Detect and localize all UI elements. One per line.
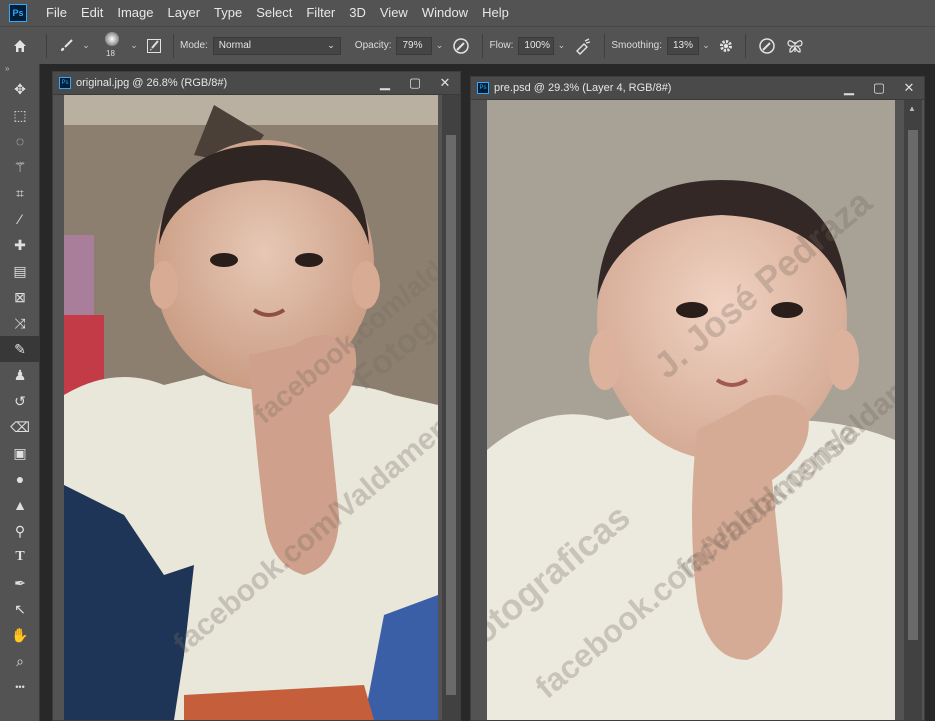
brush-size-picker[interactable]: 18	[97, 27, 127, 65]
menu-window[interactable]: Window	[415, 0, 475, 26]
document-title: original.jpg @ 26.8% (RGB/8#)	[76, 77, 228, 89]
patch-tool-icon[interactable]: ▤	[0, 258, 40, 284]
marquee-tool-icon[interactable]: ⬚	[0, 102, 40, 128]
eyedropper-tool-icon[interactable]: ⁄	[0, 206, 40, 232]
document-window-pre: Ps pre.psd @ 29.3% (Layer 4, RGB/8#) ▁ ▢…	[470, 76, 925, 721]
tools-list: ✥ ⬚ ◌ ⚚ ⌗ ⁄ ✚ ▤ ⊠ ⤨ ✎ ♟ ↺ ⌫ ▣ ● ▲ ⚲ T ✒ ↖ ✋ ⌕ •••	[0, 74, 40, 700]
menu-type[interactable]: Type	[207, 0, 249, 26]
scroll-up-icon[interactable]: ▲	[908, 104, 916, 113]
divider	[46, 33, 47, 58]
document-window-original: Ps original.jpg @ 26.8% (RGB/8#) ▁ ▢ ✕ f…	[52, 71, 461, 721]
maximize-icon[interactable]: ▢	[400, 72, 430, 94]
photoshop-file-icon: Ps	[59, 77, 71, 89]
zoom-tool-icon[interactable]: ⌕	[0, 648, 40, 674]
pressure-size-icon[interactable]	[752, 27, 782, 65]
close-icon[interactable]: ✕	[430, 72, 460, 94]
chevron-down-icon[interactable]: ⌄	[79, 37, 93, 55]
chevron-down-icon[interactable]: ⌄	[432, 37, 446, 55]
magic-wand-tool-icon[interactable]: ⚚	[0, 154, 40, 180]
brush-tool-icon[interactable]: ✎	[0, 336, 40, 362]
menu-image[interactable]: Image	[110, 0, 160, 26]
lasso-tool-icon[interactable]: ◌	[0, 128, 40, 154]
menu-filter[interactable]: Filter	[299, 0, 342, 26]
menu-3d[interactable]: 3D	[342, 0, 373, 26]
gradient-tool-icon[interactable]: ▣	[0, 440, 40, 466]
menu-view[interactable]: View	[373, 0, 415, 26]
dodge-tool-icon[interactable]: ⚲	[0, 518, 40, 544]
mode-label: Mode:	[180, 40, 208, 51]
chevron-down-icon[interactable]: ⌄	[699, 37, 713, 55]
photo-restored: Fotograficas facebook.com/Valdamense J. …	[487, 100, 895, 720]
mode-value: Normal	[218, 40, 252, 51]
crop-tool-icon[interactable]: ⌗	[0, 180, 40, 206]
photoshop-logo-icon[interactable]: Ps	[9, 4, 27, 22]
divider	[744, 33, 746, 58]
healing-brush-tool-icon[interactable]: ✚	[0, 232, 40, 258]
chevron-down-icon: ⌄	[327, 40, 335, 50]
divider	[604, 33, 606, 58]
menu-select[interactable]: Select	[249, 0, 299, 26]
minimize-icon[interactable]: ▁	[834, 77, 864, 99]
photo-original: Fotograficas facebook.com/Valdamense fac…	[64, 95, 438, 720]
opacity-input[interactable]: 79%	[396, 36, 433, 55]
menu-bar: Ps File Edit Image Layer Type Select Fil…	[0, 0, 935, 26]
mode-select[interactable]: Normal ⌄	[212, 36, 341, 55]
expand-panel-icon[interactable]: »	[0, 64, 39, 74]
menu-file[interactable]: File	[39, 0, 74, 26]
chevron-down-icon[interactable]: ⌄	[554, 37, 568, 55]
gear-icon[interactable]	[713, 27, 739, 65]
document-tab-pre[interactable]: Ps pre.psd @ 29.3% (Layer 4, RGB/8#) ▁ ▢…	[471, 77, 924, 100]
brush-size-value: 18	[106, 48, 115, 58]
chevron-down-icon[interactable]: ⌄	[127, 37, 141, 55]
move-tool-icon[interactable]: ✥	[0, 76, 40, 102]
divider	[173, 33, 174, 58]
canvas-original[interactable]: Fotograficas facebook.com/Valdamense fac…	[64, 95, 438, 720]
brush-preset-icon[interactable]	[53, 27, 79, 65]
vertical-scrollbar[interactable]: ▲	[904, 100, 922, 720]
smoothing-value: 13%	[672, 40, 693, 51]
brush-settings-panel-icon[interactable]	[141, 27, 167, 65]
menu-help[interactable]: Help	[475, 0, 516, 26]
vertical-scrollbar[interactable]	[442, 95, 460, 720]
canvas-pre[interactable]: Fotograficas facebook.com/Valdamense J. …	[487, 100, 895, 720]
photoshop-file-icon: Ps	[477, 82, 489, 94]
scrollbar-thumb[interactable]	[908, 130, 918, 640]
airbrush-icon[interactable]	[568, 27, 598, 65]
document-tab-original[interactable]: Ps original.jpg @ 26.8% (RGB/8#) ▁ ▢ ✕	[53, 72, 460, 95]
flow-input[interactable]: 100%	[518, 36, 555, 55]
pen-tool-icon[interactable]: ✒	[0, 570, 40, 596]
symmetry-butterfly-icon[interactable]	[782, 27, 808, 65]
flow-value: 100%	[524, 40, 550, 51]
smoothing-input[interactable]: 13%	[666, 36, 699, 55]
menu-layer[interactable]: Layer	[161, 0, 208, 26]
options-bar: ⌄ 18 ⌄ Mode: Normal ⌄ Opacity: 79% ⌄ Flo…	[0, 26, 935, 64]
clone-stamp-tool-icon[interactable]: ♟	[0, 362, 40, 388]
opacity-value: 79%	[402, 40, 423, 51]
scrollbar-thumb[interactable]	[446, 135, 456, 695]
blur-tool-icon[interactable]: ●	[0, 466, 40, 492]
frame-tool-icon[interactable]: ⊠	[0, 284, 40, 310]
divider	[482, 33, 484, 58]
path-selection-tool-icon[interactable]: ↖	[0, 596, 40, 622]
hand-tool-icon[interactable]: ✋	[0, 622, 40, 648]
home-icon[interactable]	[0, 27, 40, 65]
smoothing-label: Smoothing:	[611, 40, 662, 51]
minimize-icon[interactable]: ▁	[370, 72, 400, 94]
document-title: pre.psd @ 29.3% (Layer 4, RGB/8#)	[494, 82, 672, 94]
pressure-opacity-icon[interactable]	[446, 27, 476, 65]
eraser-tool-icon[interactable]: ⌫	[0, 414, 40, 440]
flow-label: Flow:	[489, 40, 514, 51]
tools-panel: » ✥ ⬚ ◌ ⚚ ⌗ ⁄ ✚ ▤ ⊠ ⤨ ✎ ♟ ↺ ⌫ ▣ ● ▲ ⚲ T ✒ ↖ ✋ ⌕ •••	[0, 64, 40, 721]
more-tools-icon[interactable]: •••	[0, 674, 40, 700]
close-icon[interactable]: ✕	[894, 77, 924, 99]
history-brush-tool-icon[interactable]: ↺	[0, 388, 40, 414]
menu-edit[interactable]: Edit	[74, 0, 110, 26]
type-tool-icon[interactable]: T	[0, 544, 40, 570]
content-aware-move-tool-icon[interactable]: ⤨	[0, 310, 40, 336]
brush-tip-icon	[105, 31, 119, 46]
maximize-icon[interactable]: ▢	[864, 77, 894, 99]
sharpen-tool-icon[interactable]: ▲	[0, 492, 40, 518]
opacity-label: Opacity:	[354, 40, 392, 51]
